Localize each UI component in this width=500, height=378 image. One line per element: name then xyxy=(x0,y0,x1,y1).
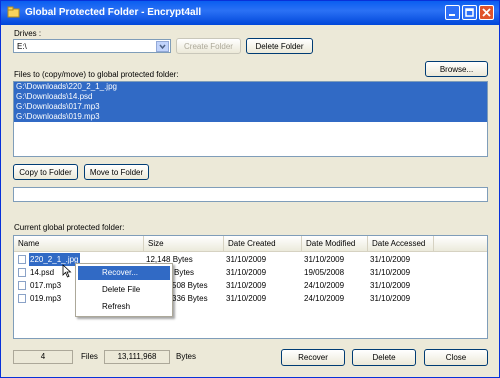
column-header-date-accessed[interactable]: Date Accessed xyxy=(368,236,434,251)
window-title: Global Protected Folder - Encrypt4all xyxy=(25,7,202,18)
file-name: 14.psd xyxy=(30,268,55,277)
app-icon xyxy=(7,6,20,19)
date-created: 31/10/2009 xyxy=(226,294,267,303)
bytes-label: Bytes xyxy=(176,352,197,361)
list-item[interactable]: G:\Downloads\017.mp3 xyxy=(14,102,487,112)
files-to-copy-list[interactable]: G:\Downloads\220_2_1_.jpg G:\Downloads\1… xyxy=(13,81,488,157)
date-accessed: 31/10/2009 xyxy=(370,268,411,277)
column-header-date-created[interactable]: Date Created xyxy=(224,236,302,251)
delete-folder-button[interactable]: Delete Folder xyxy=(246,38,313,54)
date-modified: 24/10/2009 xyxy=(304,294,345,303)
drives-selected-value: E:\ xyxy=(17,42,27,51)
date-accessed: 31/10/2009 xyxy=(370,255,411,264)
byte-count-value: 13,111,968 xyxy=(104,350,170,364)
list-item[interactable]: G:\Downloads\14.psd xyxy=(14,92,487,102)
date-accessed: 31/10/2009 xyxy=(370,281,411,290)
date-created: 31/10/2009 xyxy=(226,268,267,277)
mouse-cursor-icon xyxy=(62,264,72,280)
column-header-date-modified[interactable]: Date Modified xyxy=(302,236,368,251)
files-section-label: Files to (copy/move) to global protected… xyxy=(14,70,179,79)
list-item[interactable]: G:\Downloads\019.mp3 xyxy=(14,112,487,122)
file-icon xyxy=(18,255,26,264)
maximize-button[interactable] xyxy=(462,5,477,20)
file-size: 508 Bytes xyxy=(172,281,208,290)
recover-menu-item[interactable]: Recover... xyxy=(78,266,170,280)
files-label: Files xyxy=(81,352,98,361)
title-bar[interactable]: Global Protected Folder - Encrypt4all xyxy=(1,1,499,25)
minimize-button[interactable] xyxy=(445,5,460,20)
file-icon xyxy=(18,281,26,290)
close-button[interactable]: Close xyxy=(424,349,488,366)
date-accessed: 31/10/2009 xyxy=(370,294,411,303)
file-name: 019.mp3 xyxy=(30,294,62,303)
protected-folder-label: Current global protected folder: xyxy=(14,223,125,232)
delete-button[interactable]: Delete xyxy=(352,349,416,366)
file-count-value: 4 xyxy=(13,350,73,364)
table-header: Name Size Date Created Date Modified Dat… xyxy=(14,236,487,252)
date-modified: 24/10/2009 xyxy=(304,281,345,290)
create-folder-button[interactable]: Create Folder xyxy=(176,38,241,54)
file-icon xyxy=(18,268,26,277)
context-menu: Recover... Delete File Refresh xyxy=(75,263,173,317)
date-modified: 19/05/2008 xyxy=(304,268,345,277)
file-size: 336 Bytes xyxy=(172,294,208,303)
copy-progress-bar xyxy=(13,187,488,202)
file-icon xyxy=(18,294,26,303)
browse-button[interactable]: Browse... xyxy=(425,61,488,77)
refresh-menu-item[interactable]: Refresh xyxy=(78,300,170,314)
list-item[interactable]: G:\Downloads\220_2_1_.jpg xyxy=(14,82,487,92)
drives-select[interactable]: E:\ xyxy=(13,39,171,53)
date-created: 31/10/2009 xyxy=(226,255,267,264)
copy-to-folder-button[interactable]: Copy to Folder xyxy=(13,164,78,180)
date-modified: 31/10/2009 xyxy=(304,255,345,264)
main-window: Global Protected Folder - Encrypt4all Dr… xyxy=(0,0,500,378)
file-name: 017.mp3 xyxy=(30,281,62,290)
date-created: 31/10/2009 xyxy=(226,281,267,290)
move-to-folder-button[interactable]: Move to Folder xyxy=(84,164,149,180)
column-header-size[interactable]: Size xyxy=(144,236,224,251)
drives-label: Drives : xyxy=(14,29,42,38)
recover-button[interactable]: Recover xyxy=(281,349,345,366)
file-size: Bytes xyxy=(174,268,195,277)
chevron-down-icon[interactable] xyxy=(156,41,169,52)
column-header-name[interactable]: Name xyxy=(14,236,144,251)
delete-file-menu-item[interactable]: Delete File xyxy=(78,283,170,297)
close-window-button[interactable] xyxy=(479,5,494,20)
